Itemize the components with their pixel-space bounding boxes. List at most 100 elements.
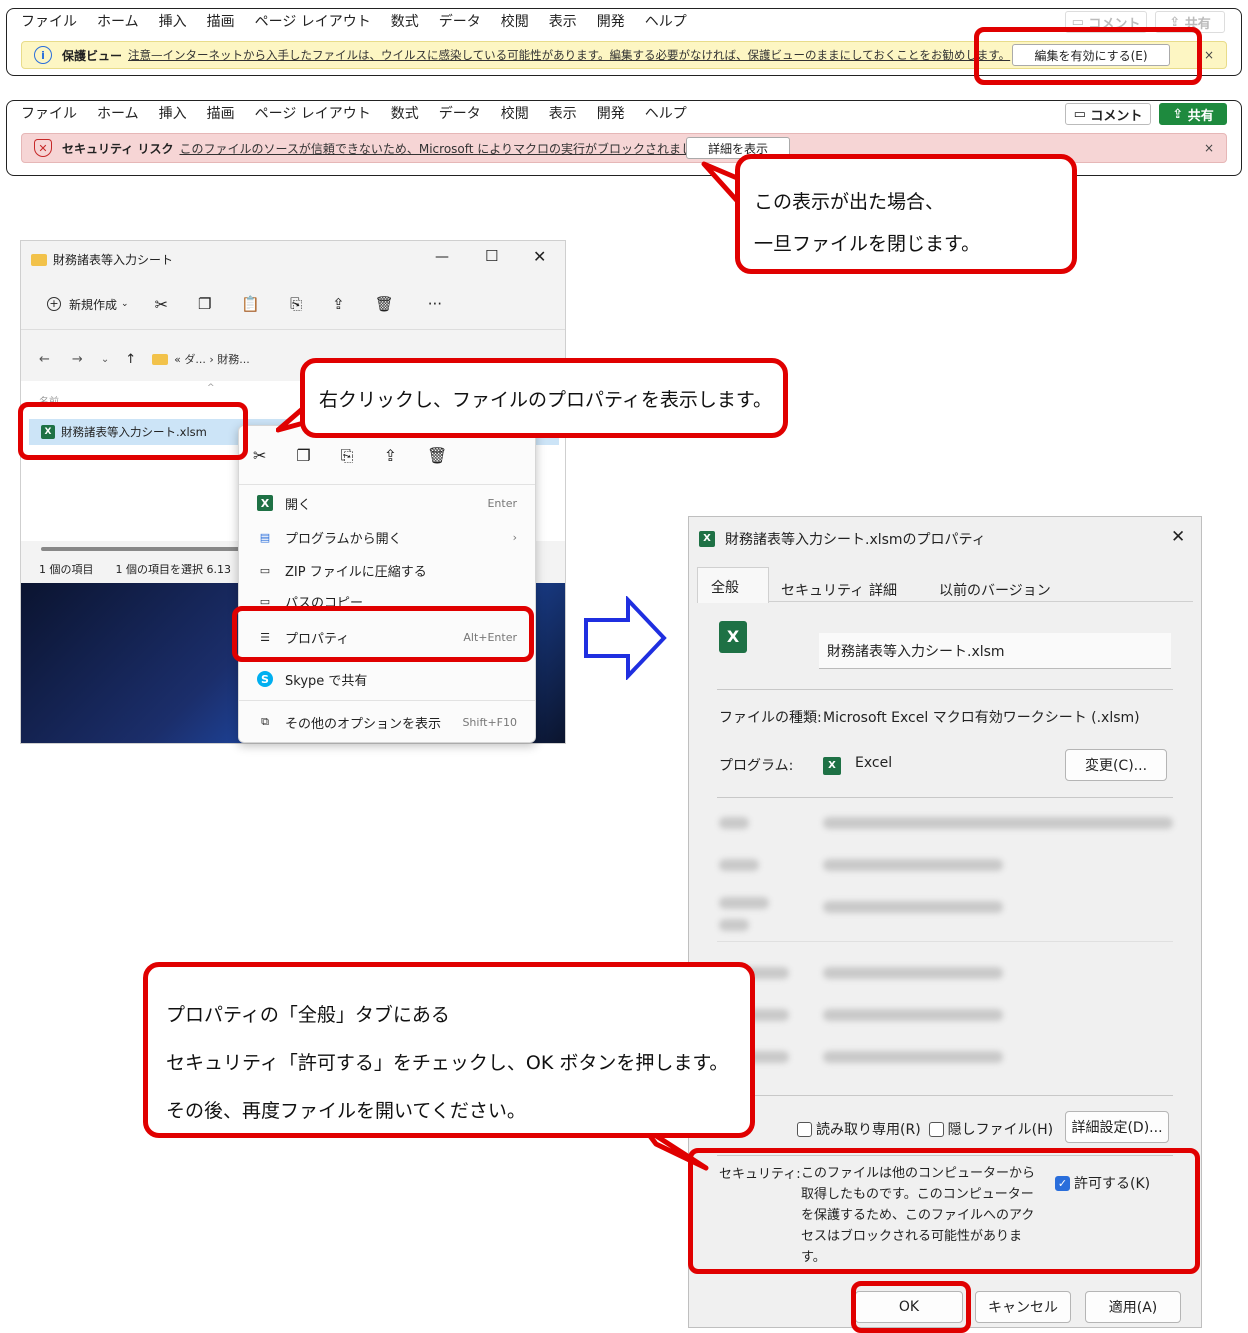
copy-icon[interactable]: ❐	[198, 295, 211, 313]
tab-details[interactable]: 詳細	[869, 580, 897, 600]
menu-developer[interactable]: 開発	[597, 11, 625, 31]
new-button[interactable]: + 新規作成 ⌄	[47, 296, 129, 313]
advanced-button[interactable]: 詳細設定(D)...	[1065, 1111, 1169, 1143]
menu-home[interactable]: ホーム	[97, 11, 139, 31]
banner-title: セキュリティ リスク	[62, 141, 174, 156]
menu-page-layout[interactable]: ページ レイアウト	[255, 103, 371, 123]
cancel-button[interactable]: キャンセル	[975, 1291, 1071, 1323]
menu-item-zip[interactable]: ▭ ZIP ファイルに圧縮する	[239, 555, 535, 585]
menu-formulas[interactable]: 数式	[391, 11, 419, 31]
menu-item-open-with[interactable]: ▤ プログラムから開く ›	[239, 522, 535, 552]
delete-icon[interactable]: 🗑	[375, 295, 394, 313]
info-icon: i	[34, 46, 52, 64]
rename-icon[interactable]: ⎘	[290, 295, 302, 313]
shield-x-icon: ✕	[34, 139, 52, 157]
scrollbar[interactable]	[41, 547, 241, 551]
menu-developer[interactable]: 開発	[597, 103, 625, 123]
menu-file[interactable]: ファイル	[21, 11, 77, 31]
banner-message[interactable]: このファイルのソースが信頼できないため、Microsoft によりマクロの実行が…	[179, 140, 717, 157]
rename-icon[interactable]: ⎘	[341, 446, 354, 466]
close-icon[interactable]: ✕	[533, 247, 546, 266]
menu-draw[interactable]: 描画	[207, 103, 235, 123]
menu-data[interactable]: データ	[439, 103, 481, 123]
delete-icon[interactable]: 🗑	[427, 446, 447, 466]
callout-line: セキュリティ「許可する」をチェックし、OK ボタンを押します。	[166, 1052, 729, 1074]
maximize-icon[interactable]: ☐	[485, 247, 498, 265]
excel-icon: X	[823, 757, 841, 775]
hidden-label: 隠しファイル(H)	[947, 1122, 1054, 1138]
close-icon[interactable]: ✕	[1171, 527, 1185, 547]
copy-icon[interactable]: ❐	[296, 446, 310, 466]
callout-open-properties: 右クリックし、ファイルのプロパティを表示します。	[300, 358, 788, 438]
close-icon[interactable]: ×	[1204, 48, 1214, 62]
more-options-icon: ⧉	[261, 715, 269, 728]
explorer-toolbar: + 新規作成 ⌄ ✂ ❐ 📋 ⎘ ⇪ 🗑 ···	[21, 285, 565, 323]
share-icon[interactable]: ⇪	[332, 295, 345, 313]
paste-icon[interactable]: 📋	[241, 295, 260, 313]
address-bar[interactable]: « ダ... › 財務...	[152, 351, 250, 367]
menu-formulas[interactable]: 数式	[391, 103, 419, 123]
tab-previous-versions[interactable]: 以前のバージョン	[939, 580, 1051, 600]
close-icon[interactable]: ×	[1204, 141, 1214, 155]
menu-page-layout[interactable]: ページ レイアウト	[255, 11, 371, 31]
cut-icon[interactable]: ✂	[155, 295, 168, 314]
open-with-icon: ▤	[259, 530, 271, 544]
back-icon[interactable]: ←	[39, 352, 50, 367]
highlight-properties	[232, 606, 534, 662]
more-icon[interactable]: ···	[428, 295, 442, 313]
menu-home[interactable]: ホーム	[97, 103, 139, 123]
menu-data[interactable]: データ	[439, 11, 481, 31]
context-quick-actions: ✂ ❐ ⎘ ⇪ 🗑	[253, 446, 447, 466]
excel-large-icon: X	[719, 621, 747, 653]
readonly-checkbox[interactable]	[797, 1121, 812, 1137]
file-name-input[interactable]: 財務諸表等入力シート.xlsm	[819, 633, 1171, 669]
menu-insert[interactable]: 挿入	[159, 103, 187, 123]
chevron-down-icon[interactable]: ⌄	[101, 354, 109, 365]
program-value: Excel	[855, 755, 893, 771]
menu-item-open[interactable]: X 開く Enter	[239, 488, 535, 518]
share-button[interactable]: ⇪ 共有	[1159, 103, 1227, 125]
menu-item-skype[interactable]: S Skype で共有	[239, 664, 535, 694]
menu-help[interactable]: ヘルプ	[645, 11, 687, 31]
context-menu: ✂ ❐ ⎘ ⇪ 🗑 X 開く Enter ▤ プログラムから開く › ▭ ZIP…	[238, 425, 536, 743]
apply-button[interactable]: 適用(A)	[1085, 1291, 1181, 1323]
menu-review[interactable]: 校閲	[501, 11, 529, 31]
folder-icon	[152, 353, 169, 365]
menu-draw[interactable]: 描画	[207, 11, 235, 31]
comment-button[interactable]: ▭ コメント	[1065, 103, 1151, 125]
readonly-label: 読み取り専用(R)	[816, 1122, 921, 1138]
plus-icon: +	[47, 297, 61, 311]
tab-general-label: 全般	[711, 580, 739, 596]
attributes-row: 読み取り専用(R) 隠しファイル(H)	[797, 1119, 1053, 1139]
share-icon: ⇪	[1172, 106, 1188, 122]
menu-file[interactable]: ファイル	[21, 103, 77, 123]
share-icon[interactable]: ⇪	[384, 446, 397, 466]
ribbon-menu: ファイル ホーム 挿入 描画 ページ レイアウト 数式 データ 校閲 表示 開発…	[21, 11, 707, 31]
hidden-checkbox[interactable]	[928, 1121, 944, 1137]
window-title: 財務諸表等入力シート	[53, 253, 174, 267]
callout-line: この表示が出た場合、	[754, 191, 945, 213]
menu-review[interactable]: 校閲	[501, 103, 529, 123]
menu-insert[interactable]: 挿入	[159, 11, 187, 31]
change-program-button[interactable]: 変更(C)...	[1065, 749, 1167, 781]
callout-line: プロパティの「全般」タブにある	[166, 1004, 450, 1026]
callout-line: 右クリックし、ファイルのプロパティを表示します。	[319, 389, 772, 411]
cut-icon[interactable]: ✂	[253, 446, 266, 466]
callout-close-file: この表示が出た場合、 一旦ファイルを閉じます。	[735, 154, 1077, 274]
up-icon[interactable]: ↑	[125, 352, 136, 367]
file-type-value: Microsoft Excel マクロ有効ワークシート (.xlsm)	[823, 710, 1140, 726]
minimize-icon[interactable]: —	[435, 249, 449, 265]
comment-icon: ▭	[1073, 106, 1091, 122]
tab-security[interactable]: セキュリティ	[781, 580, 864, 600]
highlight-file	[18, 402, 248, 460]
highlight-enable-editing	[974, 27, 1202, 85]
banner-message[interactable]: 注意—インターネットから入手したファイルは、ウイルスに感染している可能性がありま…	[128, 47, 1010, 63]
highlight-security	[688, 1148, 1200, 1274]
menu-help[interactable]: ヘルプ	[645, 103, 687, 123]
forward-icon[interactable]: →	[72, 352, 83, 367]
menu-view[interactable]: 表示	[549, 11, 577, 31]
menu-item-more-options[interactable]: ⧉ その他のオプションを表示 Shift+F10	[239, 707, 535, 737]
callout-line: その後、再度ファイルを開いてください。	[166, 1100, 526, 1122]
excel-icon: X	[257, 495, 273, 511]
menu-view[interactable]: 表示	[549, 103, 577, 123]
